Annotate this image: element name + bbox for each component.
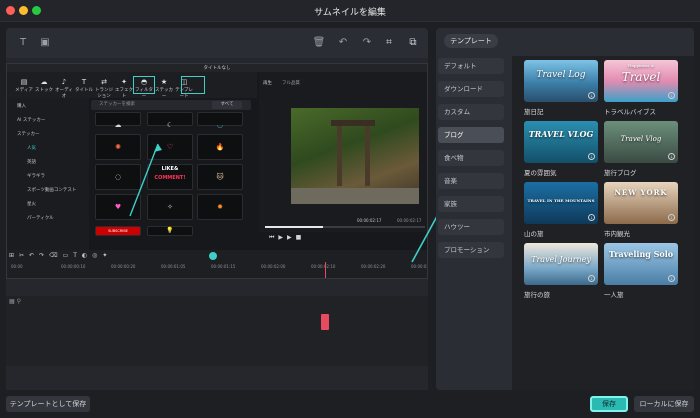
template-card[interactable]: Travel Log ↓ xyxy=(524,60,598,102)
download-icon[interactable]: ↓ xyxy=(588,275,595,282)
template-art-text: Travel xyxy=(621,70,661,84)
template-label: 夏の雰囲気 xyxy=(524,169,557,177)
template-art-subtext: Happiness is xyxy=(628,63,654,68)
template-card[interactable]: Travel Journey ↓ xyxy=(524,243,598,285)
category-6[interactable]: 家族 xyxy=(438,196,504,212)
template-card[interactable]: Traveling Solo ↓ xyxy=(604,243,678,285)
category-7[interactable]: ハウツー xyxy=(438,219,504,235)
template-art-text: Travel Journey xyxy=(531,255,591,264)
download-icon[interactable]: ↓ xyxy=(668,214,675,221)
category-4[interactable]: 食べ物 xyxy=(438,150,504,166)
template-label: 市内観光 xyxy=(604,230,630,238)
template-label: 旅行ブログ xyxy=(604,169,637,177)
template-art-text: Traveling Solo xyxy=(608,249,674,259)
template-grid: Travel Log ↓ 旅日記 Travel Happiness is ↓ トラベルバイブ… xyxy=(512,56,694,390)
arrow-1-head xyxy=(154,144,162,152)
category-2[interactable]: カスタム xyxy=(438,104,504,120)
template-card[interactable]: TRAVEL IN THE MOUNTAINS ↓ xyxy=(524,182,598,224)
save-local-button[interactable]: ローカルに保存 xyxy=(634,396,694,412)
template-label: 旅行の旅 xyxy=(524,291,550,299)
download-icon[interactable]: ↓ xyxy=(588,153,595,160)
template-label: 一人旅 xyxy=(604,291,624,299)
template-card[interactable]: Travel Happiness is ↓ xyxy=(604,60,678,102)
template-art-text: NEW YORK xyxy=(614,188,668,197)
template-card[interactable]: TRAVEL VLOG ↓ xyxy=(524,121,598,163)
category-8[interactable]: プロモーション xyxy=(438,242,504,258)
download-icon[interactable]: ↓ xyxy=(588,214,595,221)
template-label: トラベルバイブス xyxy=(604,108,656,116)
tab-template[interactable]: テンプレート xyxy=(444,34,498,48)
template-card[interactable]: NEW YORK ↓ xyxy=(604,182,678,224)
arrow-1 xyxy=(129,143,159,217)
download-icon[interactable]: ↓ xyxy=(668,275,675,282)
template-art-text: Travel Vlog xyxy=(620,135,662,143)
template-label: 旅日記 xyxy=(524,108,544,116)
download-icon[interactable]: ↓ xyxy=(668,153,675,160)
template-art-text: TRAVEL VLOG xyxy=(528,129,594,139)
template-art-subtext: TRAVEL IN THE MOUNTAINS xyxy=(527,198,595,203)
template-label: 山の旅 xyxy=(524,230,544,238)
template-panel: テンプレート デフォルトダウンロード カスタムブログ食べ物音楽家族ハウツープロモー… xyxy=(436,28,694,390)
category-5[interactable]: 音楽 xyxy=(438,173,504,189)
download-icon[interactable]: ↓ xyxy=(588,92,595,99)
template-art-text: Travel Log xyxy=(536,70,586,80)
template-card[interactable]: Travel Vlog ↓ xyxy=(604,121,678,163)
category-1[interactable]: ダウンロード xyxy=(438,81,504,97)
download-icon[interactable]: ↓ xyxy=(668,92,675,99)
category-3[interactable]: ブログ xyxy=(438,127,504,143)
save-as-template-button[interactable]: テンプレートとして保存 xyxy=(6,396,90,412)
save-button[interactable]: 保存 xyxy=(590,396,628,412)
category-0[interactable]: デフォルト xyxy=(438,58,504,74)
